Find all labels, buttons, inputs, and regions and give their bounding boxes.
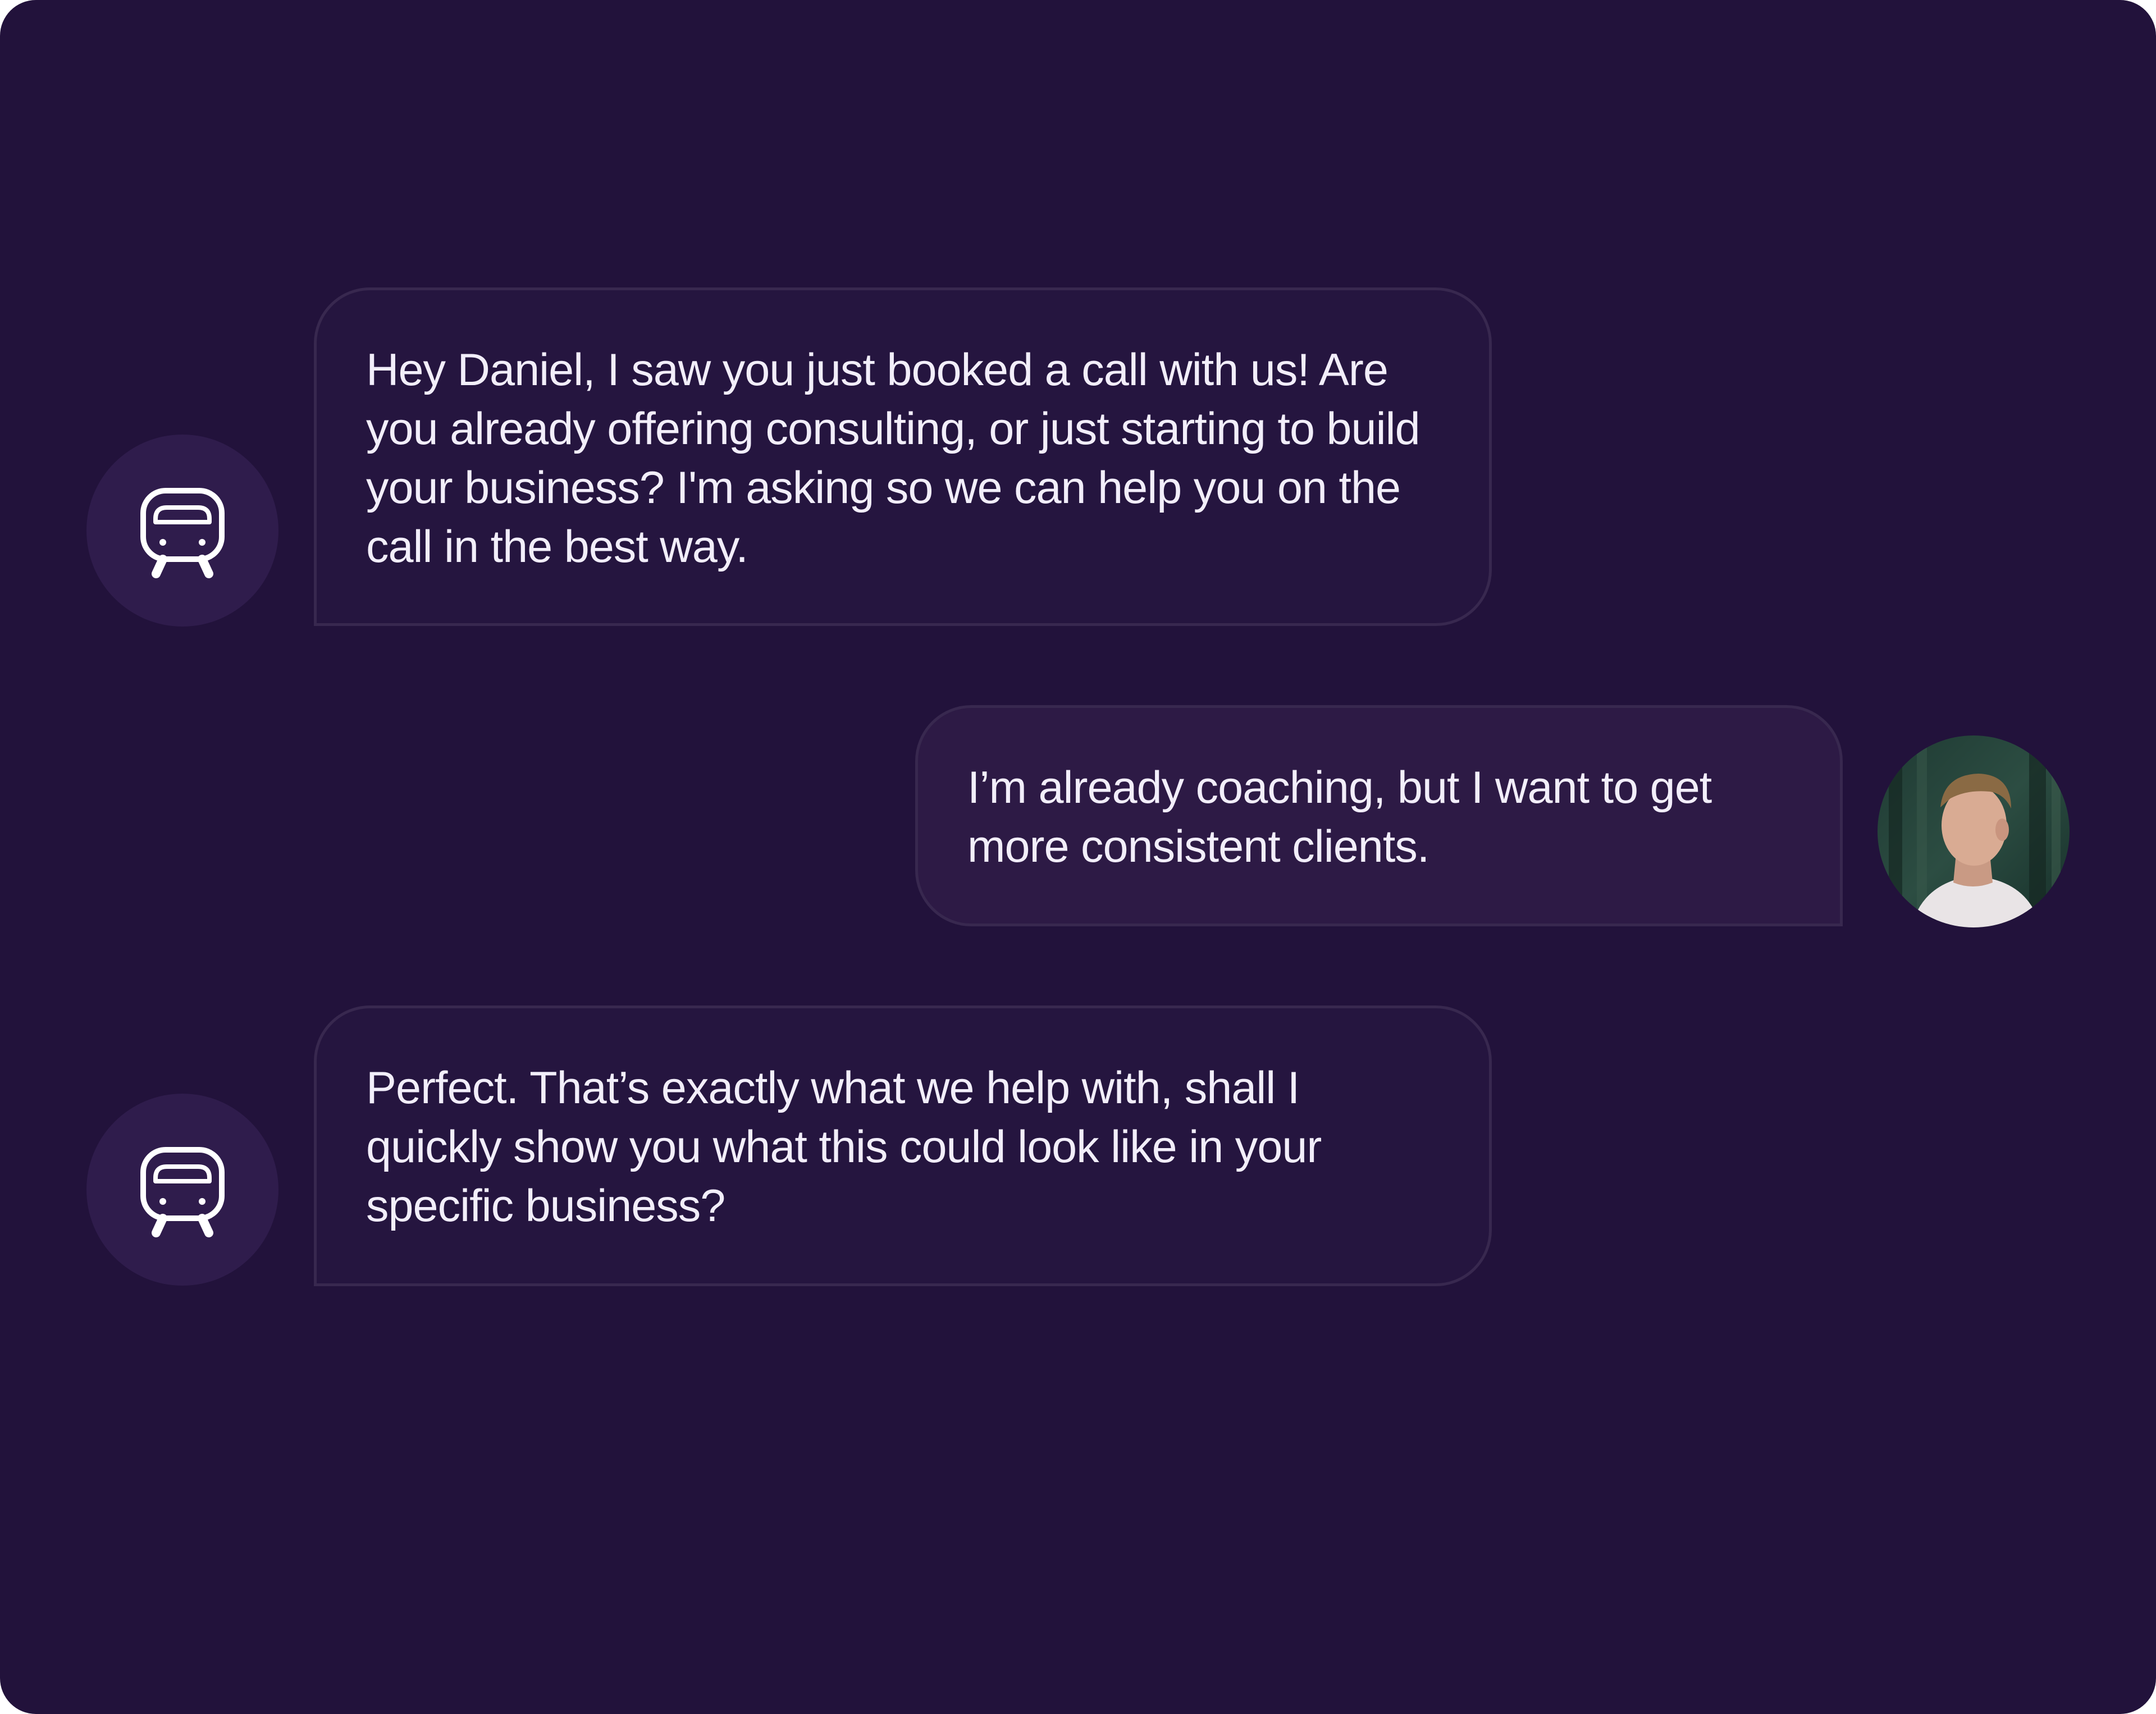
- bot-avatar: [86, 435, 278, 627]
- robot-icon: [140, 488, 225, 578]
- bot-message-text: Hey Daniel, I saw you just booked a call…: [366, 345, 1420, 572]
- user-message-text: I’m already coaching, but I want to get …: [967, 762, 1712, 872]
- user-message-bubble: I’m already coaching, but I want to get …: [915, 705, 1843, 926]
- bot-message-bubble: Hey Daniel, I saw you just booked a call…: [314, 287, 1492, 626]
- robot-icon: [140, 1147, 225, 1237]
- user-avatar: [1878, 735, 2070, 927]
- chat-panel: Hey Daniel, I saw you just booked a call…: [0, 0, 2156, 1714]
- bot-message-text: Perfect. That’s exactly what we help wit…: [366, 1063, 1322, 1231]
- bot-avatar: [86, 1094, 278, 1286]
- bot-message-bubble: Perfect. That’s exactly what we help wit…: [314, 1005, 1492, 1286]
